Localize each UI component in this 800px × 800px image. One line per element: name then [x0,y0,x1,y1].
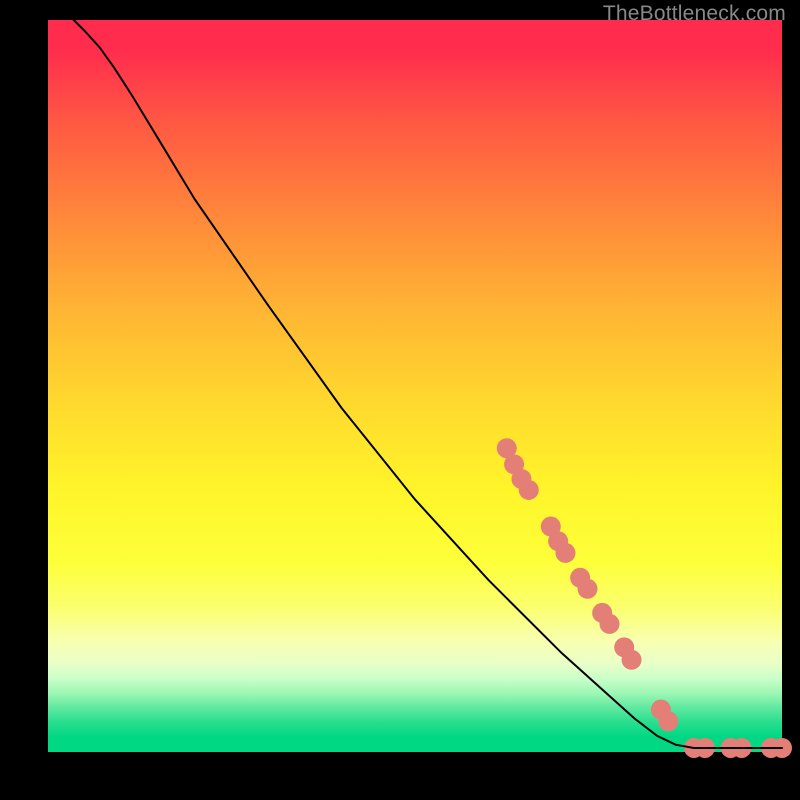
data-dot [555,543,575,563]
data-dot [658,711,678,731]
watermark-text: TheBottleneck.com [603,2,786,26]
chart-frame: TheBottleneck.com [0,0,800,800]
data-dot [577,579,597,599]
chart-overlay [48,20,782,752]
data-dot [519,480,539,500]
curve-line [74,20,782,748]
data-dot [622,650,642,670]
data-dots [497,438,792,758]
data-dot [600,614,620,634]
